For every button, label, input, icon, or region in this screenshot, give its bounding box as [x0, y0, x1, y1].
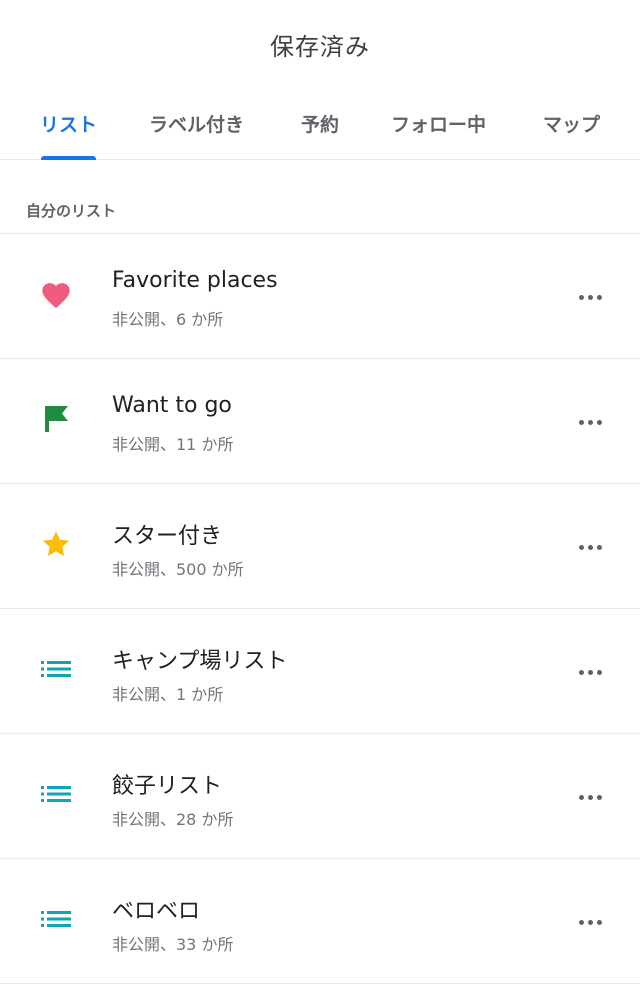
flag-icon: [38, 401, 74, 437]
saved-lists: Favorite places 非公開、6 か所 Want to go 非公開、…: [0, 234, 640, 984]
list-subtitle: 非公開、11 か所: [112, 435, 234, 454]
list-title: キャンプ場リスト: [112, 649, 288, 674]
more-options-button[interactable]: [570, 907, 610, 937]
heart-icon: [38, 276, 74, 312]
list-item-want-to-go[interactable]: Want to go 非公開、11 か所: [0, 359, 640, 484]
more-options-button[interactable]: [570, 532, 610, 562]
section-title: 自分のリスト: [0, 160, 640, 234]
list-title: ベロベロ: [112, 899, 201, 924]
list-item-berobero[interactable]: ベロベロ 非公開、33 か所: [0, 859, 640, 984]
tab-maps[interactable]: マップ: [543, 110, 600, 137]
list-subtitle: 非公開、33 か所: [112, 935, 234, 954]
list-subtitle: 非公開、6 か所: [112, 310, 224, 329]
list-item-gyoza[interactable]: 餃子リスト 非公開、28 か所: [0, 734, 640, 859]
list-icon: [38, 901, 74, 937]
list-subtitle: 非公開、1 か所: [112, 685, 224, 704]
tab-following[interactable]: フォロー中: [391, 110, 486, 137]
list-item-favorite-places[interactable]: Favorite places 非公開、6 か所: [0, 234, 640, 359]
more-options-button[interactable]: [570, 282, 610, 312]
list-title: 餃子リスト: [112, 774, 223, 799]
tab-labeled[interactable]: ラベル付き: [149, 110, 244, 137]
list-title: Want to go: [112, 393, 232, 418]
list-icon: [38, 776, 74, 812]
more-options-button[interactable]: [570, 657, 610, 687]
list-item-campsites[interactable]: キャンプ場リスト 非公開、1 か所: [0, 609, 640, 734]
more-options-button[interactable]: [570, 407, 610, 437]
list-icon: [38, 651, 74, 687]
list-subtitle: 非公開、500 か所: [112, 560, 244, 579]
tab-lists[interactable]: リスト: [40, 110, 97, 137]
star-icon: [38, 526, 74, 562]
tab-reservations[interactable]: 予約: [301, 110, 339, 137]
list-item-starred[interactable]: スター付き 非公開、500 か所: [0, 484, 640, 609]
app-header: 保存済み: [0, 0, 640, 88]
tab-bar: リスト ラベル付き 予約 フォロー中 マップ: [0, 88, 640, 160]
more-options-button[interactable]: [570, 782, 610, 812]
list-title: スター付き: [112, 524, 223, 549]
page-title: 保存済み: [270, 32, 370, 61]
active-tab-indicator: [41, 156, 96, 160]
list-subtitle: 非公開、28 か所: [112, 810, 234, 829]
list-title: Favorite places: [112, 268, 278, 293]
